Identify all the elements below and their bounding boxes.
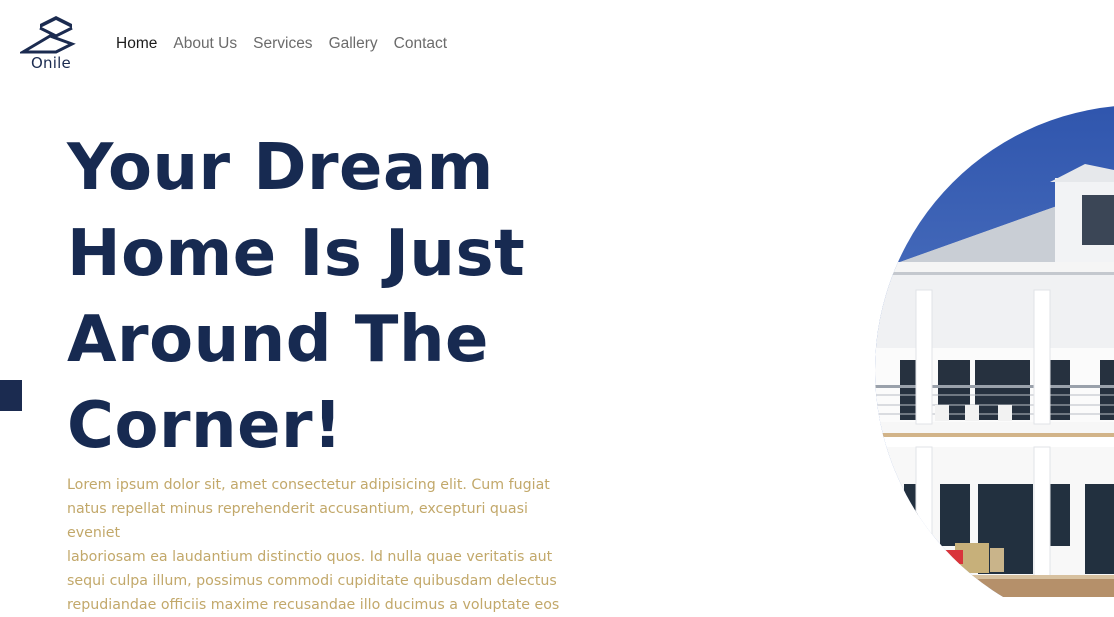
brand-name: Onile xyxy=(31,54,71,72)
nav-services[interactable]: Services xyxy=(253,34,312,54)
hero-title-line: Around The xyxy=(67,303,489,377)
nav-contact[interactable]: Contact xyxy=(394,34,447,54)
main-nav: Home About Us Services Gallery Contact xyxy=(116,34,463,54)
hero-title-line: Home Is Just xyxy=(67,217,526,291)
side-accent-block xyxy=(0,380,22,411)
nav-gallery[interactable]: Gallery xyxy=(329,34,378,54)
hero-title-line: Your Dream xyxy=(67,131,494,205)
house-logo-icon xyxy=(20,16,76,54)
hero-title-line: Corner! xyxy=(67,389,343,463)
hero-title: Your Dream Home Is Just Around The Corne… xyxy=(67,125,587,469)
hero-description-line: laboriosam ea laudantium distinctio quos… xyxy=(67,549,553,565)
hero-description-line: natus repellat minus reprehenderit accus… xyxy=(67,501,528,541)
brand-logo[interactable]: Onile xyxy=(18,14,78,76)
hero-description-line: repudiandae officiis maxime recusandae i… xyxy=(67,597,560,613)
hero-description-line: sequi culpa illum, possimus commodi cupi… xyxy=(67,573,557,589)
hero-description-line: Lorem ipsum dolor sit, amet consectetur … xyxy=(67,477,550,493)
hero-description: Lorem ipsum dolor sit, amet consectetur … xyxy=(67,473,582,617)
nav-about-us[interactable]: About Us xyxy=(173,34,237,54)
nav-home[interactable]: Home xyxy=(116,34,157,54)
